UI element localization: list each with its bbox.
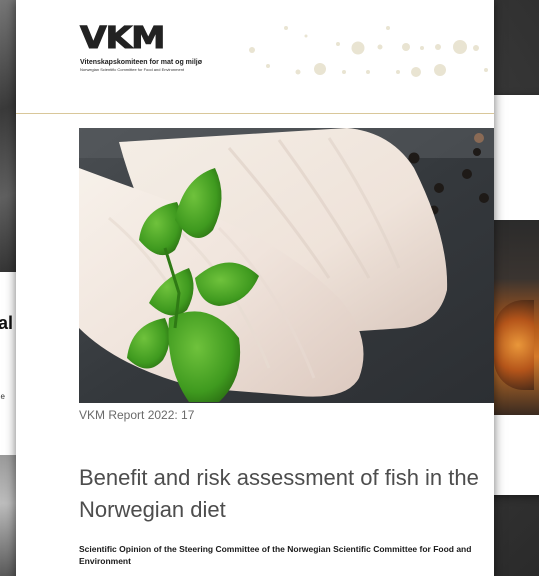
logo-name: Vitenskapskomiteen for mat og miljø <box>80 59 203 66</box>
background-report-left-title: al <box>0 313 14 333</box>
report-title: Benefit and risk assessment of fish in t… <box>79 465 479 522</box>
cover-photo-fish-fillets <box>79 128 494 403</box>
report-header: VKM Vitenskapskomiteen for mat og miljø … <box>16 0 494 113</box>
header-dot-pattern <box>249 26 488 77</box>
logo-tagline: Norwegian Scientific Committee for Food … <box>80 67 185 72</box>
report-cover-page: VKM Vitenskapskomiteen for mat og miljø … <box>16 0 494 576</box>
report-number: VKM Report 2022: 17 <box>79 408 195 422</box>
background-report-left-text: he <box>0 392 5 401</box>
logo-mark: VKM <box>79 21 166 56</box>
header-divider <box>16 113 494 114</box>
report-subtitle: Scientific Opinion of the Steering Commi… <box>79 544 472 566</box>
background-report-right-dish <box>494 300 534 390</box>
vkm-logo: VKM Vitenskapskomiteen for mat og miljø … <box>79 23 240 72</box>
fish-fillet-illustration <box>79 128 494 403</box>
stage: al he VKM Vitenskapskomiteen for mat og … <box>0 0 539 576</box>
